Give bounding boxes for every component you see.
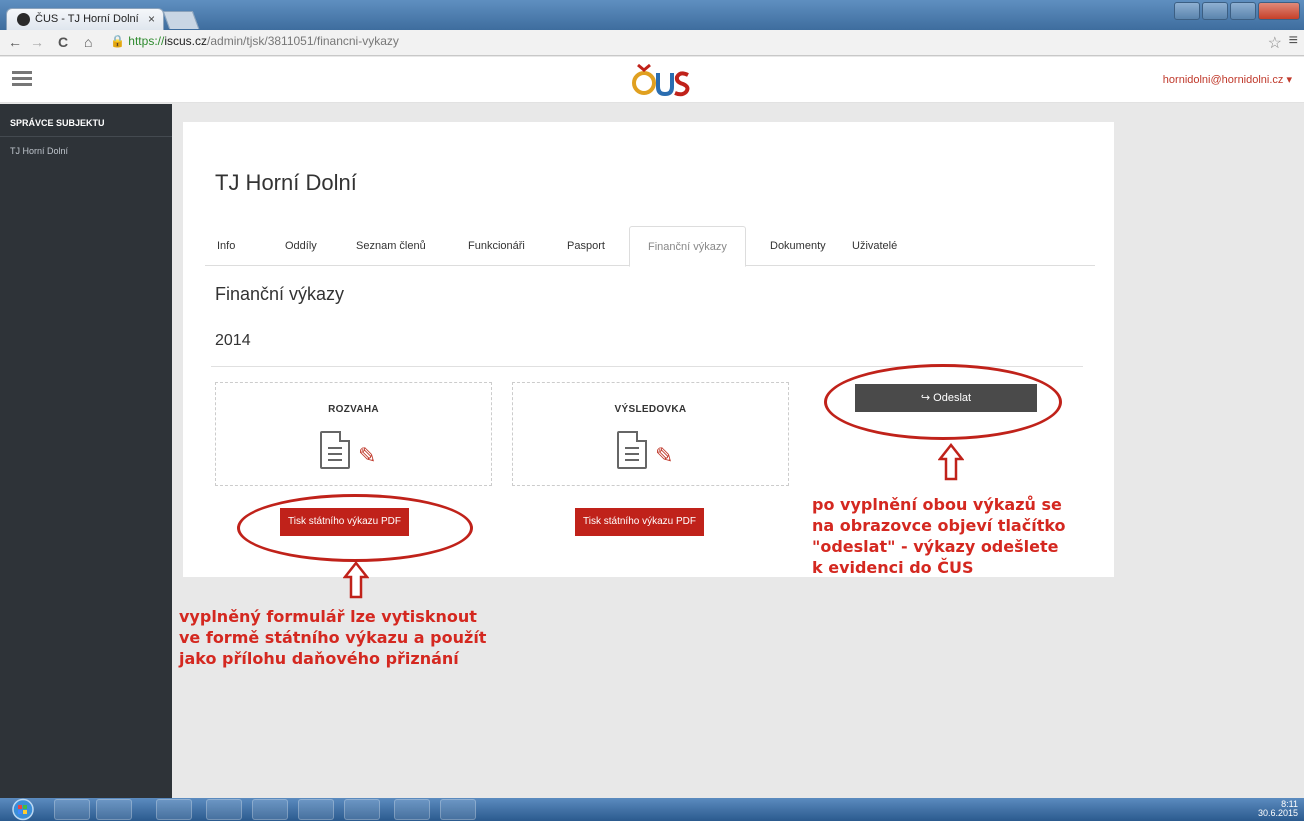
annotation-line: "odeslat" - výkazy odešlete xyxy=(812,537,1059,556)
year-heading: 2014 xyxy=(215,332,251,349)
browser-menu-icon[interactable]: ≡ xyxy=(1289,32,1298,50)
lock-icon: 🔒 xyxy=(110,34,125,48)
annotation-line: k evidenci do ČUS xyxy=(812,558,974,577)
start-button-icon[interactable] xyxy=(8,798,38,821)
outlook-icon[interactable] xyxy=(344,799,380,820)
tab-uzivatele[interactable]: Uživatelé xyxy=(852,240,897,252)
tab-title: ČUS - TJ Horní Dolní xyxy=(35,13,139,25)
sidebar: SPRÁVCE SUBJEKTU TJ Horní Dolní xyxy=(0,104,172,798)
print-pdf-button-vysledovka[interactable]: Tisk státního výkazu PDF xyxy=(575,508,704,536)
reload-icon[interactable]: C xyxy=(58,34,68,50)
annotation-line: jako přílohu daňového přiznání xyxy=(179,649,459,668)
up-arrow-icon xyxy=(938,443,964,481)
clock-date: 30.6.2015 xyxy=(1257,808,1298,818)
annotation-line: po vyplnění obou výkazů se xyxy=(812,495,1062,514)
page-title: TJ Horní Dolní xyxy=(215,170,357,195)
tab-financni-vykazy[interactable]: Finanční výkazy xyxy=(629,226,746,267)
browser-tab[interactable]: ČUS - TJ Horní Dolní × xyxy=(6,8,164,30)
annotation-line: na obrazovce objeví tlačítko xyxy=(812,516,1066,535)
tab-pasport[interactable]: Pasport xyxy=(567,240,605,252)
url-scheme: https:// xyxy=(128,34,165,48)
highlight-ellipse-pdf xyxy=(237,494,473,562)
explorer-icon[interactable] xyxy=(54,799,90,820)
system-clock[interactable]: 8:11 30.6.2015 xyxy=(1258,800,1298,818)
url-field[interactable]: 🔒 https://iscus.cz/admin/tjsk/3811051/fi… xyxy=(110,34,399,48)
edit-pencil-icon[interactable]: ✎ xyxy=(358,443,376,469)
address-bar: ← → C ⌂ 🔒 https://iscus.cz/admin/tjsk/38… xyxy=(0,30,1304,56)
minimize-icon[interactable] xyxy=(1202,2,1228,20)
hamburger-menu-icon[interactable] xyxy=(12,71,32,87)
browser-titlebar: ČUS - TJ Horní Dolní × xyxy=(0,0,1304,30)
annotation-line: ve formě státního výkazu a použít xyxy=(179,628,487,647)
tab-close-icon[interactable]: × xyxy=(148,12,155,26)
annotation-line: vyplněný formulář lze vytisknout xyxy=(179,607,477,626)
cus-logo[interactable] xyxy=(630,61,692,97)
tab-seznam-clenu[interactable]: Seznam členů xyxy=(356,240,426,252)
forward-icon[interactable]: → xyxy=(30,34,44,50)
document-icon xyxy=(320,431,350,469)
paint-icon[interactable] xyxy=(440,799,476,820)
tab-oddily[interactable]: Oddíly xyxy=(285,240,317,252)
sidebar-item-tj-horni-dolni[interactable]: TJ Horní Dolní xyxy=(10,146,68,156)
window-controls xyxy=(1174,2,1300,20)
sidebar-heading: SPRÁVCE SUBJEKTU xyxy=(10,118,105,128)
report-label: ROZVAHA xyxy=(328,404,379,415)
up-arrow-icon xyxy=(343,561,369,599)
edit-pencil-icon[interactable]: ✎ xyxy=(655,443,673,469)
word-icon[interactable] xyxy=(394,799,430,820)
media-player-icon[interactable] xyxy=(96,799,132,820)
restore-icon[interactable] xyxy=(1174,2,1200,20)
sidebar-divider xyxy=(0,136,172,137)
url-path: /admin/tjsk/3811051/financni-vykazy xyxy=(207,34,399,48)
internet-explorer-icon[interactable] xyxy=(206,799,242,820)
new-tab-button[interactable] xyxy=(162,11,200,29)
app-icon[interactable] xyxy=(252,799,288,820)
tab-bar: Info Oddíly Seznam členů Funkcionáři Pas… xyxy=(205,226,1095,267)
annotation-left: vyplněný formulář lze vytisknout ve form… xyxy=(179,606,486,669)
app-header: hornidolni@hornidolni.cz ▾ xyxy=(0,57,1304,103)
url-host: iscus.cz xyxy=(164,34,208,48)
highlight-ellipse-send xyxy=(824,364,1062,440)
close-window-icon[interactable] xyxy=(1258,2,1300,20)
maximize-icon[interactable] xyxy=(1230,2,1256,20)
bookmark-star-icon[interactable]: ☆ xyxy=(1268,33,1282,53)
calculator-icon[interactable] xyxy=(156,799,192,820)
home-icon[interactable]: ⌂ xyxy=(84,34,92,50)
report-card-vysledovka[interactable]: VÝSLEDOVKA ✎ xyxy=(512,382,789,486)
document-icon xyxy=(617,431,647,469)
tab-info[interactable]: Info xyxy=(217,240,235,252)
favicon-icon xyxy=(17,13,30,26)
back-icon[interactable]: ← xyxy=(8,34,22,50)
taskbar: 8:11 30.6.2015 xyxy=(0,798,1304,821)
report-card-rozvaha[interactable]: ROZVAHA ✎ xyxy=(215,382,492,486)
report-label: VÝSLEDOVKA xyxy=(614,404,687,415)
annotation-right: po vyplnění obou výkazů se na obrazovce … xyxy=(812,494,1066,578)
tab-funkcionari[interactable]: Funkcionáři xyxy=(468,240,525,252)
user-menu[interactable]: hornidolni@hornidolni.cz ▾ xyxy=(1163,73,1292,86)
section-title: Finanční výkazy xyxy=(215,284,345,304)
tab-dokumenty[interactable]: Dokumenty xyxy=(770,240,826,252)
chrome-icon[interactable] xyxy=(298,799,334,820)
